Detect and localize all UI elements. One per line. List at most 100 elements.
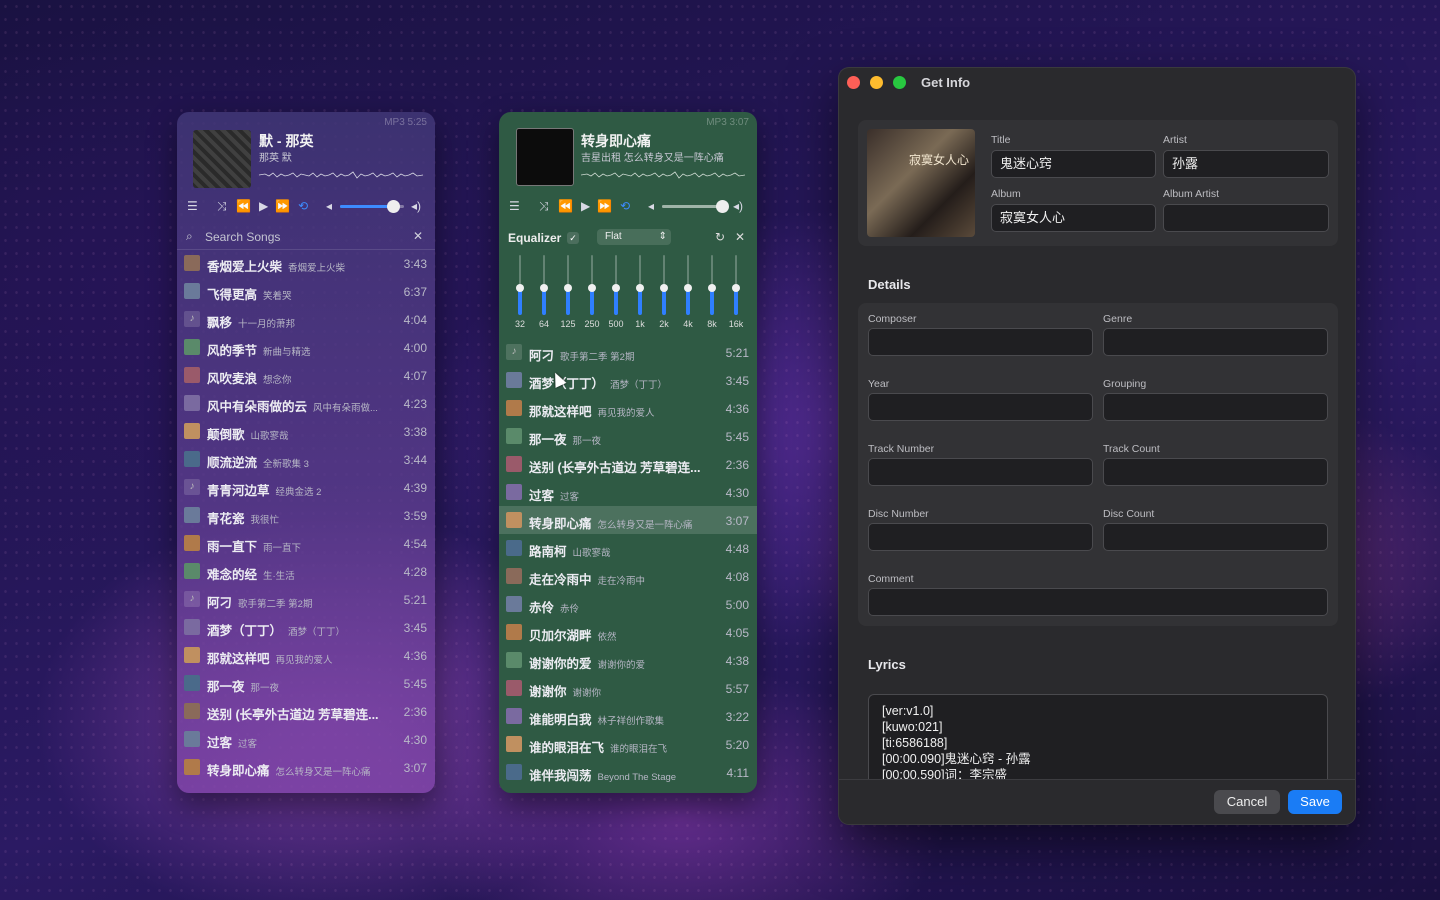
song-row[interactable]: 风的季节 新曲与精选 4:00 xyxy=(177,333,435,361)
equalizer-preset-select[interactable]: Flat ⇕ xyxy=(597,229,671,245)
comment-field[interactable] xyxy=(868,588,1328,616)
playlist-icon[interactable]: ☰ xyxy=(187,198,198,214)
eq-band-knob[interactable] xyxy=(636,284,644,292)
song-row[interactable]: 谁伴我闯荡 Beyond The Stage 4:11 xyxy=(499,758,757,786)
song-row[interactable]: 难念的经 生·生活 4:28 xyxy=(177,557,435,585)
previous-icon[interactable]: ⏪ xyxy=(236,198,251,214)
eq-band-slider[interactable]: 64 xyxy=(532,251,556,333)
album-field[interactable]: 寂寞女人心 xyxy=(991,204,1156,232)
eq-band-knob[interactable] xyxy=(588,284,596,292)
zoom-window-button[interactable] xyxy=(893,76,906,89)
eq-band-knob[interactable] xyxy=(660,284,668,292)
song-row[interactable]: 送别 (长亭外古道边 芳草碧连... 2:36 xyxy=(499,450,757,478)
grouping-field[interactable] xyxy=(1103,393,1328,421)
song-row[interactable]: 那一夜 那一夜 5:45 xyxy=(499,422,757,450)
song-row[interactable]: 转身即心痛 怎么转身又是一阵心痛 3:07 xyxy=(177,753,435,781)
song-row[interactable]: 转身即心痛 怎么转身又是一阵心痛 3:07 xyxy=(499,506,757,534)
track-number-field[interactable] xyxy=(868,458,1093,486)
album-cover[interactable] xyxy=(193,130,251,188)
song-row[interactable]: 谢谢你 谢谢你 5:57 xyxy=(499,674,757,702)
song-row[interactable]: 贝加尔湖畔 依然 4:05 xyxy=(499,618,757,646)
shuffle-icon[interactable]: ⤨ xyxy=(217,198,227,214)
song-row[interactable]: ♪ 阿刁 歌手第二季 第2期 5:21 xyxy=(499,338,757,366)
song-row[interactable]: 风吹麦浪 想念你 4:07 xyxy=(177,361,435,389)
disc-count-field[interactable] xyxy=(1103,523,1328,551)
song-row[interactable]: 那一夜 那一夜 5:45 xyxy=(177,669,435,697)
volume-knob[interactable] xyxy=(715,200,729,213)
lyrics-textarea[interactable]: [ver:v1.0] [kuwo:021] [ti:6586188] [00:0… xyxy=(868,694,1328,789)
eq-band-slider[interactable]: 250 xyxy=(580,251,604,333)
song-row[interactable]: 那就这样吧 再见我的爱人 4:36 xyxy=(499,394,757,422)
clear-search-icon[interactable]: ✕ xyxy=(413,229,423,243)
shuffle-icon[interactable]: ⤨ xyxy=(539,198,549,214)
composer-field[interactable] xyxy=(868,328,1093,356)
play-icon[interactable]: ▶ xyxy=(259,198,268,214)
song-row[interactable]: 顺流逆流 全新歌集 3 3:44 xyxy=(177,445,435,473)
song-row[interactable]: 酒梦（丁丁） 酒梦（丁丁） 3:45 xyxy=(177,613,435,641)
eq-band-knob[interactable] xyxy=(708,284,716,292)
song-row[interactable]: 风中有朵雨做的云 风中有朵雨做... 4:23 xyxy=(177,389,435,417)
song-row[interactable]: 走在冷雨中 走在冷雨中 4:08 xyxy=(499,562,757,590)
song-row[interactable]: 路南柯 山歌寥哉 4:48 xyxy=(499,534,757,562)
song-row[interactable]: 谁能明白我 林子祥创作歌集 3:22 xyxy=(499,702,757,730)
song-row[interactable]: 雨一直下 雨一直下 4:54 xyxy=(177,529,435,557)
eq-band-slider[interactable]: 125 xyxy=(556,251,580,333)
song-row[interactable]: 那就这样吧 再见我的爱人 4:36 xyxy=(177,641,435,669)
eq-band-knob[interactable] xyxy=(684,284,692,292)
song-row[interactable]: ♪ 阿刁 歌手第二季 第2期 5:21 xyxy=(177,585,435,613)
eq-band-slider[interactable]: 2k xyxy=(652,251,676,333)
eq-band-slider[interactable]: 4k xyxy=(676,251,700,333)
close-window-button[interactable] xyxy=(847,76,860,89)
song-row[interactable]: ♪ 飘移 十一月的萧邦 4:04 xyxy=(177,305,435,333)
eq-band-knob[interactable] xyxy=(612,284,620,292)
search-input[interactable] xyxy=(203,229,397,245)
song-row[interactable]: 谢谢你的爱 谢谢你的爱 4:38 xyxy=(499,646,757,674)
song-row[interactable]: 颠倒歌 山歌寥哉 3:38 xyxy=(177,417,435,445)
song-row[interactable]: ♪ 青青河边草 经典金选 2 4:39 xyxy=(177,473,435,501)
play-icon[interactable]: ▶ xyxy=(581,198,590,214)
disc-number-field[interactable] xyxy=(868,523,1093,551)
equalizer-enable-checkbox[interactable]: ✓ xyxy=(567,232,579,244)
track-count-field[interactable] xyxy=(1103,458,1328,486)
eq-band-knob[interactable] xyxy=(540,284,548,292)
eq-band-knob[interactable] xyxy=(732,284,740,292)
playlist-icon[interactable]: ☰ xyxy=(509,198,520,214)
volume-slider[interactable] xyxy=(340,200,404,213)
minimize-window-button[interactable] xyxy=(870,76,883,89)
album-artwork[interactable]: 寂寞女人心 xyxy=(867,129,975,237)
reset-icon[interactable]: ↻ xyxy=(715,230,725,244)
song-row[interactable]: 谁的眼泪在飞 谁的眼泪在飞 5:20 xyxy=(499,730,757,758)
eq-band-slider[interactable]: 16k xyxy=(724,251,748,333)
repeat-icon[interactable]: ⟲ xyxy=(620,198,630,214)
eq-band-slider[interactable]: 32 xyxy=(508,251,532,333)
next-icon[interactable]: ⏩ xyxy=(275,198,290,214)
eq-band-slider[interactable]: 1k xyxy=(628,251,652,333)
song-row[interactable]: 青花瓷 我很忙 3:59 xyxy=(177,501,435,529)
song-row[interactable]: 赤伶 赤伶 5:00 xyxy=(499,590,757,618)
song-row[interactable]: 过客 过客 4:30 xyxy=(499,478,757,506)
song-row[interactable]: 香烟爱上火柴 香烟爱上火柴 3:43 xyxy=(177,249,435,277)
volume-slider[interactable] xyxy=(662,200,729,213)
repeat-icon[interactable]: ⟲ xyxy=(298,198,308,214)
close-icon[interactable]: ✕ xyxy=(735,230,745,244)
eq-band-slider[interactable]: 500 xyxy=(604,251,628,333)
song-row[interactable]: 过客 过客 4:30 xyxy=(177,725,435,753)
title-field[interactable]: 鬼迷心窍 xyxy=(991,150,1156,178)
song-row[interactable]: 酒梦（丁丁） 酒梦（丁丁） 3:45 xyxy=(499,366,757,394)
eq-band-knob[interactable] xyxy=(516,284,524,292)
artist-field[interactable]: 孙露 xyxy=(1163,150,1329,178)
save-button[interactable]: Save xyxy=(1288,790,1342,814)
cancel-button[interactable]: Cancel xyxy=(1214,790,1280,814)
year-field[interactable] xyxy=(868,393,1093,421)
next-icon[interactable]: ⏩ xyxy=(597,198,612,214)
waveform[interactable] xyxy=(259,170,423,180)
song-row[interactable]: 飞得更高 笑着哭 6:37 xyxy=(177,277,435,305)
previous-icon[interactable]: ⏪ xyxy=(558,198,573,214)
genre-field[interactable] xyxy=(1103,328,1328,356)
eq-band-knob[interactable] xyxy=(564,284,572,292)
volume-knob[interactable] xyxy=(387,200,401,213)
waveform[interactable] xyxy=(581,170,745,180)
song-row[interactable]: 送别 (长亭外古道边 芳草碧连... 2:36 xyxy=(177,697,435,725)
eq-band-slider[interactable]: 8k xyxy=(700,251,724,333)
album-cover[interactable] xyxy=(516,128,574,186)
